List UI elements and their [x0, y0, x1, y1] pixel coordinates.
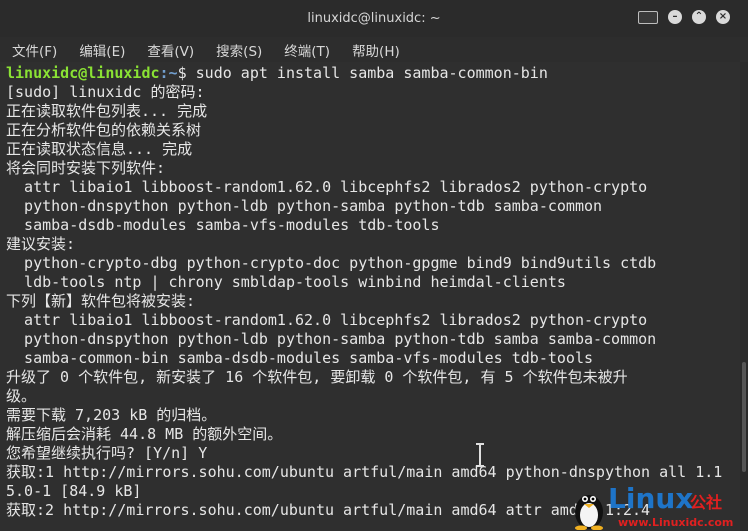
watermark-brand: Linux [608, 482, 694, 515]
penguin-icon [575, 495, 603, 530]
output-line: python-dnspython python-ldb python-samba… [6, 330, 657, 348]
output-line: ldb-tools ntp | chrony smbldap-tools win… [6, 273, 566, 291]
output-line: 需要下载 7,203 kB 的归档。 [6, 406, 217, 424]
output-line: 您希望继续执行吗? [Y/n] Y [6, 444, 208, 462]
output-line: 正在读取软件包列表... 完成 [6, 102, 208, 120]
terminal-icon[interactable] [638, 10, 658, 24]
output-line: 获取:1 http://mirrors.sohu.com/ubuntu artf… [6, 463, 723, 481]
output-line: 解压缩后会消耗 44.8 MB 的额外空间。 [6, 425, 283, 443]
output-line: 下列【新】软件包将被安装: [6, 292, 196, 310]
terminal-window: linuxidc@linuxidc: ~ – ⌃ × 文件(F) 编辑(E) 查… [0, 0, 748, 531]
terminal-output[interactable]: linuxidc@linuxidc:~$ sudo apt install sa… [0, 62, 740, 531]
output-line: attr libaio1 libboost-random1.62.0 libce… [6, 311, 648, 329]
watermark-logo: Linux 公社 www.Linuxidc.com [570, 482, 744, 530]
scrollbar-thumb[interactable] [742, 362, 746, 472]
output-line: 将会同时安装下列软件: [6, 159, 166, 177]
menu-terminal[interactable]: 终端(T) [272, 37, 340, 62]
output-line: python-dnspython python-ldb python-samba… [6, 197, 603, 215]
window-title: linuxidc@linuxidc: ~ [307, 11, 441, 26]
output-line: 正在读取状态信息... 完成 [6, 140, 193, 158]
menu-view[interactable]: 查看(V) [135, 37, 204, 62]
output-line: samba-common-bin samba-dsdb-modules samb… [6, 349, 593, 367]
output-line: python-crypto-dbg python-crypto-doc pyth… [6, 254, 657, 272]
watermark-brand-cn: 公社 [690, 493, 723, 512]
output-line: samba-dsdb-modules samba-vfs-modules tdb… [6, 216, 440, 234]
prompt-path: :~ [159, 64, 178, 82]
menu-search[interactable]: 搜索(S) [204, 37, 272, 62]
menu-edit[interactable]: 编辑(E) [67, 37, 135, 62]
text-cursor-icon [476, 443, 484, 467]
output-line: 建议安装: [6, 235, 76, 253]
output-line: 正在分析软件包的依赖关系树 [6, 121, 202, 139]
title-bar[interactable]: linuxidc@linuxidc: ~ – ⌃ × [0, 0, 748, 37]
menu-file[interactable]: 文件(F) [0, 37, 67, 62]
prompt-line: linuxidc@linuxidc:~$ sudo apt install sa… [6, 64, 548, 83]
menu-bar: 文件(F) 编辑(E) 查看(V) 搜索(S) 终端(T) 帮助(H) [0, 37, 748, 62]
scrollbar[interactable] [740, 62, 748, 531]
watermark-url: www.Linuxidc.com [618, 516, 734, 529]
output-line: attr libaio1 libboost-random1.62.0 libce… [6, 178, 648, 196]
output-line: 获取:2 http://mirrors.sohu.com/ubuntu artf… [6, 501, 651, 519]
close-icon[interactable]: × [716, 10, 730, 24]
output-line: 升级了 0 个软件包, 新安装了 16 个软件包, 要卸载 0 个软件包, 有 … [6, 368, 628, 386]
output-line: 5.0-1 [84.9 kB] [6, 482, 142, 500]
output-line: [sudo] linuxidc 的密码: [6, 83, 205, 101]
prompt-command: $ sudo apt install samba samba-common-bi… [177, 64, 548, 82]
output-line: 级。 [6, 387, 37, 405]
menu-help[interactable]: 帮助(H) [340, 37, 410, 62]
maximize-icon[interactable]: ⌃ [692, 10, 706, 24]
prompt-user-host: linuxidc@linuxidc [6, 64, 160, 82]
minimize-icon[interactable]: – [668, 10, 682, 24]
window-controls: – ⌃ × [638, 10, 730, 24]
